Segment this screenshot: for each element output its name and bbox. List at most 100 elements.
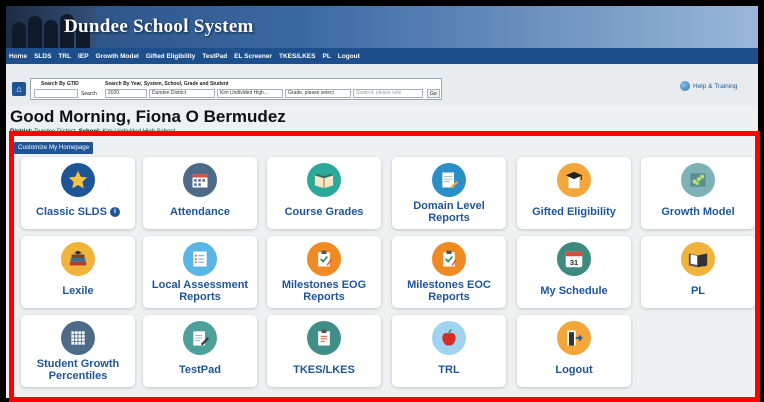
tile-label: Gifted Eligibility <box>519 197 629 227</box>
tile-label-text: TRL <box>438 364 460 376</box>
tile-label: TKES/LKES <box>269 355 379 385</box>
tile-growth-model[interactable]: Growth Model <box>641 157 755 229</box>
school-value: Kim Undivided High School <box>102 129 176 135</box>
tile-label-text: Domain Level Reports <box>413 200 485 224</box>
grid-icon <box>61 321 95 355</box>
tile-label-text: Course Grades <box>284 206 364 218</box>
district-label: District: <box>10 129 33 135</box>
header-banner: Dundee School System <box>6 6 758 48</box>
tile-label-text: Local Assessment Reports <box>151 279 249 303</box>
tile-label: Attendance <box>145 197 255 227</box>
tile-testpad[interactable]: TestPad <box>143 315 257 387</box>
info-icon[interactable]: i <box>109 207 120 217</box>
gtid-label: Search By GTID <box>41 81 79 87</box>
book-icon <box>307 163 341 197</box>
grade-select[interactable]: Grade, please select <box>285 89 351 98</box>
tile-label: Classic SLDS i <box>23 197 133 227</box>
door-exit-icon <box>557 321 591 355</box>
tile-label: PL <box>643 276 753 306</box>
nav-testpad[interactable]: TestPad <box>202 53 227 60</box>
gtid-search-button[interactable]: Search <box>81 91 97 97</box>
tile-label-text: Attendance <box>170 206 230 218</box>
page-title: Good Morning, Fiona O Bermudez <box>10 107 286 126</box>
tile-local-assessment-reports[interactable]: Local Assessment Reports <box>143 236 257 308</box>
tile-course-grades[interactable]: Course Grades <box>267 157 381 229</box>
tile-label: Milestones EOC Reports <box>394 276 504 306</box>
globe-icon <box>680 81 690 91</box>
tile-label: TestPad <box>145 355 255 385</box>
go-button[interactable]: Go <box>427 89 440 98</box>
nav-iep[interactable]: IEP <box>78 53 88 60</box>
nav-growth-model[interactable]: Growth Model <box>96 53 139 60</box>
tile-label: Lexile <box>23 276 133 306</box>
tile-label-text: Gifted Eligibility <box>532 206 616 218</box>
district-info: District: Dundee District School: Kim Un… <box>10 129 175 135</box>
tile-trl[interactable]: TRL <box>392 315 506 387</box>
tile-pl[interactable]: PL <box>641 236 755 308</box>
home-button[interactable]: ⌂ <box>12 82 26 96</box>
app-window: Dundee School System Home SLDS TRL IEP G… <box>6 6 758 398</box>
star-icon <box>61 163 95 197</box>
tile-label: Course Grades <box>269 197 379 227</box>
calendar-day-text: 31 <box>570 258 578 267</box>
tile-label-text: Growth Model <box>661 206 735 218</box>
open-book-icon <box>681 242 715 276</box>
checklist-icon <box>183 242 217 276</box>
calendar-31-icon: 31 <box>557 242 591 276</box>
nav-trl[interactable]: TRL <box>58 53 71 60</box>
tile-domain-level-reports[interactable]: Domain Level Reports <box>392 157 506 229</box>
calendar-icon <box>183 163 217 197</box>
student-search-box: Search By GTID Search Search By Year, Sy… <box>30 78 442 100</box>
gtid-input[interactable] <box>34 89 78 98</box>
tile-label-text: Student Growth Percentiles <box>36 358 120 382</box>
nav-logout[interactable]: Logout <box>338 53 360 60</box>
tile-logout[interactable]: Logout <box>517 315 631 387</box>
tile-label: Milestones EOG Reports <box>269 276 379 306</box>
tile-label-text: TKES/LKES <box>293 364 355 376</box>
tile-label-text: PL <box>690 285 706 297</box>
help-label: Help & Training <box>693 82 738 90</box>
tile-label-text: Classic SLDS <box>36 206 107 218</box>
tile-student-growth-percentiles[interactable]: Student Growth Percentiles <box>21 315 135 387</box>
tile-milestones-eog-reports[interactable]: Milestones EOG Reports <box>267 236 381 308</box>
tile-gifted-eligibility[interactable]: Gifted Eligibility <box>517 157 631 229</box>
growth-chart-icon <box>681 163 715 197</box>
tile-lexile[interactable]: Lexile <box>21 236 135 308</box>
tile-label-text: Milestones EOC Reports <box>407 279 491 303</box>
tile-label-text: Lexile <box>62 285 94 297</box>
books-icon <box>61 242 95 276</box>
nav-gifted-eligibility[interactable]: Gifted Eligibility <box>146 53 195 60</box>
nav-pl[interactable]: PL <box>322 53 330 60</box>
tile-label: Logout <box>519 355 629 385</box>
student-input[interactable]: Student, please sele <box>353 89 423 98</box>
nav-el-screener[interactable]: EL Screener <box>234 53 272 60</box>
nav-tkes-lkes[interactable]: TKES/LKES <box>279 53 315 60</box>
graduation-cap-icon <box>557 163 591 197</box>
nav-home[interactable]: Home <box>9 53 27 60</box>
report-pen-icon <box>432 163 466 197</box>
notepad-pencil-icon <box>183 321 217 355</box>
tile-my-schedule[interactable]: 31 My Schedule <box>517 236 631 308</box>
tile-label-text: Logout <box>555 364 593 376</box>
customize-homepage-button[interactable]: Customize My Homepage <box>14 142 94 154</box>
year-select[interactable]: 2020 <box>105 89 147 98</box>
tile-label-text: TestPad <box>179 364 221 376</box>
nav-slds[interactable]: SLDS <box>34 53 51 60</box>
app-title: Dundee School System <box>64 16 254 37</box>
main-nav: Home SLDS TRL IEP Growth Model Gifted El… <box>6 48 758 64</box>
school-label: School: <box>78 129 101 135</box>
district-value: Dundee District <box>34 129 76 135</box>
tile-label: Domain Level Reports <box>394 197 504 227</box>
tile-label: TRL <box>394 355 504 385</box>
tile-classic-slds[interactable]: Classic SLDS i <box>21 157 135 229</box>
tile-label-text: Milestones EOG Reports <box>281 279 367 303</box>
school-select[interactable]: Kim Undivided High... <box>217 89 283 98</box>
home-icon: ⌂ <box>16 84 22 94</box>
help-training-link[interactable]: Help & Training <box>680 81 737 91</box>
tile-tkes-lkes[interactable]: TKES/LKES <box>267 315 381 387</box>
tile-label: My Schedule <box>519 276 629 306</box>
tile-label: Student Growth Percentiles <box>23 355 133 385</box>
tile-attendance[interactable]: Attendance <box>143 157 257 229</box>
tile-milestones-eoc-reports[interactable]: Milestones EOC Reports <box>392 236 506 308</box>
system-select[interactable]: Dundee District <box>149 89 215 98</box>
